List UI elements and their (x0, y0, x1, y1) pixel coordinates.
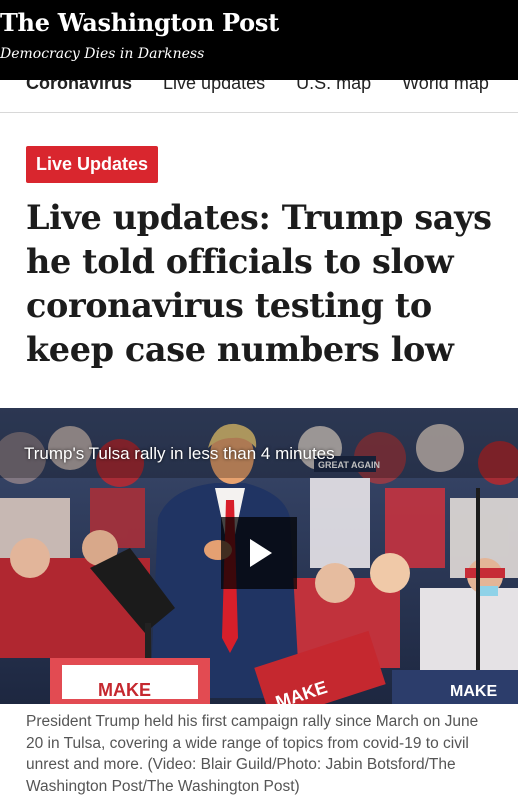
masthead: The Washington Post Democracy Dies in Da… (0, 0, 518, 80)
sign-make-3: MAKE (450, 683, 497, 700)
article-headline: Live updates: Trump says he told officia… (26, 198, 492, 369)
site-tagline: Democracy Dies in Darkness (0, 46, 205, 62)
play-icon[interactable] (221, 517, 297, 589)
site-logo[interactable]: The Washington Post (0, 8, 518, 37)
live-updates-badge[interactable]: Live Updates (26, 146, 159, 183)
video-title[interactable]: Trump's Tulsa rally in less than 4 minut… (24, 444, 335, 464)
sign-make-1: MAKE (98, 680, 151, 700)
video-caption: President Trump held his first campaign … (26, 713, 479, 795)
video-player[interactable]: GREAT AGAIN MAKE MAKE MAKE Trump's Tulsa… (0, 408, 518, 704)
